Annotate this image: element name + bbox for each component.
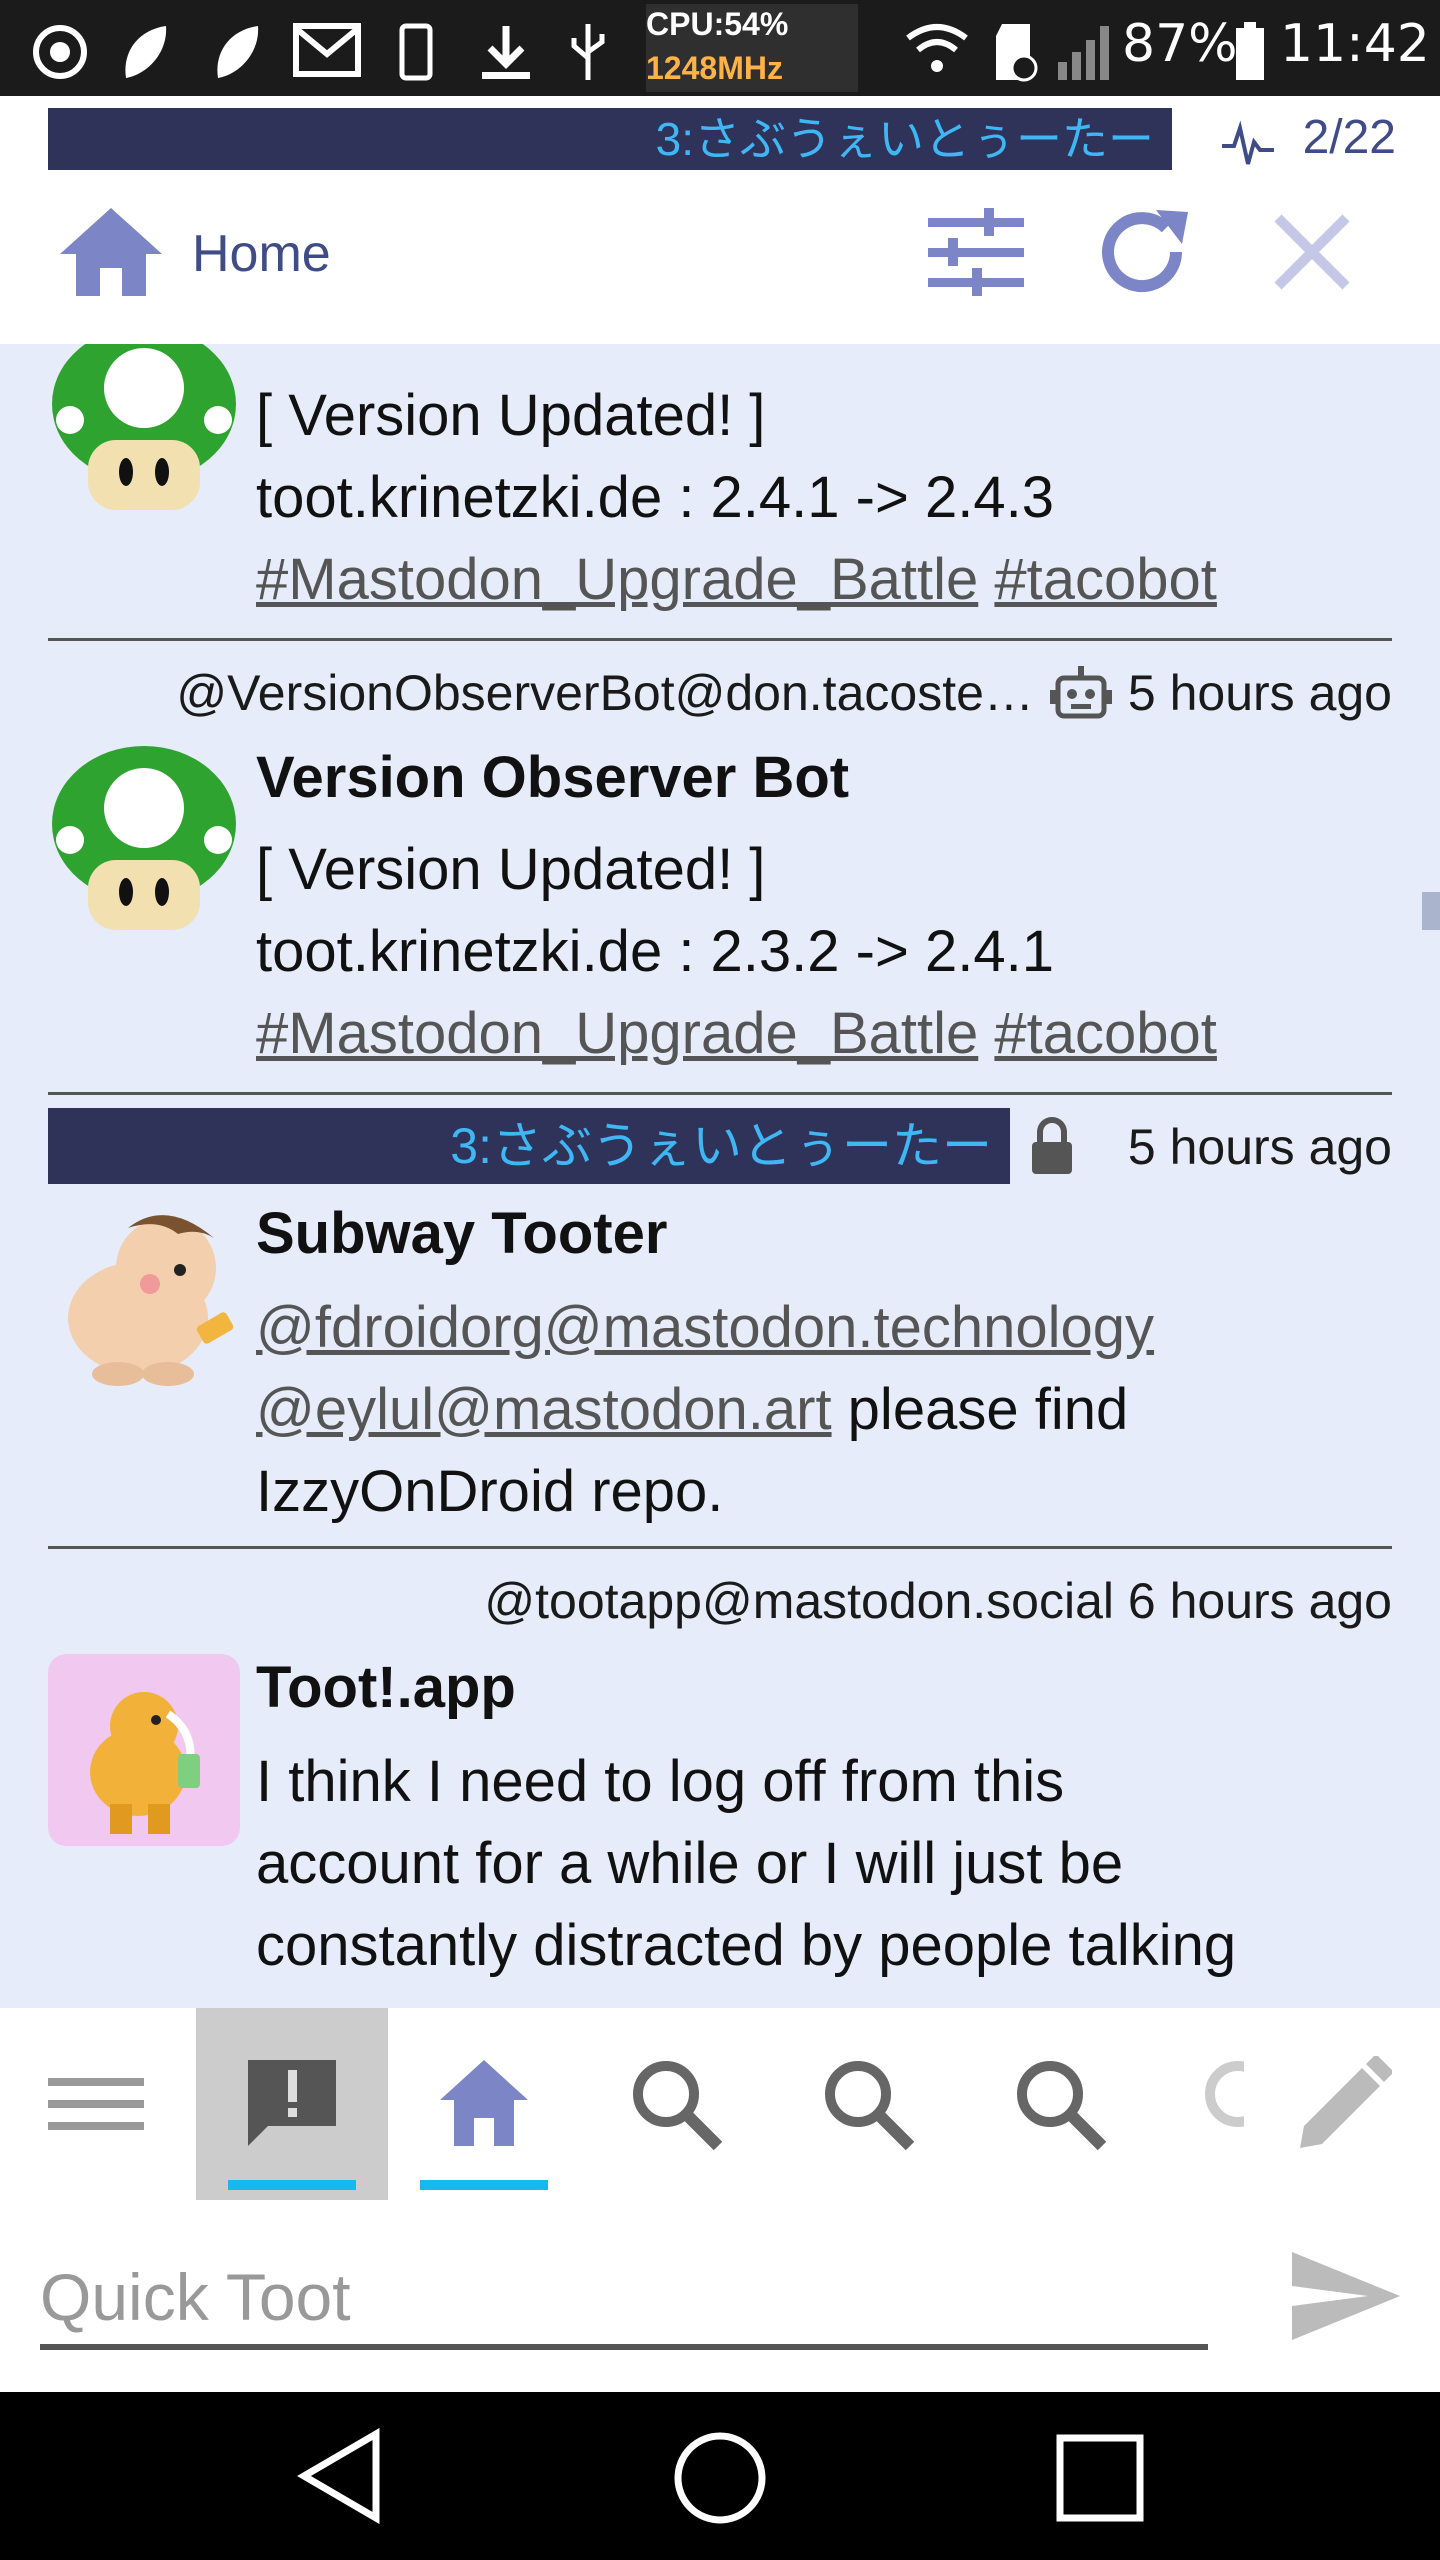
search-icon	[1017, 2061, 1107, 2151]
back-icon[interactable]	[296, 2428, 386, 2524]
display-name[interactable]: Subway Tooter	[256, 1200, 667, 1267]
column-tab-bar	[0, 2008, 1440, 2200]
home-icon	[440, 2060, 528, 2146]
device-icon	[399, 23, 433, 81]
hashtag-link[interactable]: #tacobot	[994, 1001, 1217, 1066]
battery-percent: 87%	[1122, 14, 1238, 74]
tab-notifications[interactable]	[196, 2008, 388, 2200]
timestamp: 5 hours ago	[1127, 1119, 1392, 1175]
system-nav-bar	[0, 2392, 1440, 2560]
status-text: [ Version Updated! ]	[256, 837, 766, 902]
status-text: toot.krinetzki.de : 2.4.1 -> 2.4.3	[256, 465, 1054, 530]
timestamp: 5 hours ago	[1127, 665, 1392, 721]
tab-search[interactable]	[964, 2008, 1156, 2200]
status-header: @tootapp@mastodon.social 6 hours ago	[484, 1572, 1392, 1630]
feather-icon	[217, 26, 259, 78]
tab-home[interactable]	[388, 2008, 580, 2200]
avatar[interactable]	[48, 744, 240, 936]
scrollbar-thumb[interactable]	[1422, 892, 1440, 930]
send-icon[interactable]	[1288, 2248, 1404, 2344]
status-text: constantly distracted by people talking	[256, 1913, 1237, 1978]
divider	[48, 638, 1392, 641]
lock-icon	[1032, 1117, 1072, 1174]
avatar[interactable]	[48, 344, 240, 516]
signal-icon	[1058, 26, 1109, 80]
status-text: [ Version Updated! ]	[256, 383, 766, 448]
status-text: IzzyOnDroid repo.	[256, 1459, 724, 1524]
timestamp: 6 hours ago	[1127, 1573, 1392, 1629]
cpu-widget: CPU:54% 1248MHz	[646, 4, 858, 92]
account-bar: 3:さぶうぇいとぅーたー	[48, 108, 1172, 170]
divider	[48, 1546, 1392, 1549]
wifi-icon	[906, 24, 968, 72]
notifications-icon	[248, 2060, 336, 2146]
settings-sliders-icon[interactable]	[924, 204, 1028, 300]
status-text: account for a while or I will just be	[256, 1831, 1124, 1896]
hashtag-link[interactable]: #Mastodon_Upgrade_Battle	[256, 547, 978, 612]
status-text: I think I need to log off from this	[256, 1749, 1065, 1814]
usb-icon	[571, 24, 605, 80]
quick-toot-bar	[0, 2200, 1440, 2392]
search-icon	[825, 2061, 915, 2151]
avatar[interactable]	[48, 1654, 240, 1846]
avatar[interactable]	[48, 1198, 240, 1390]
status-header: @VersionObserverBot@don.tacoste… 5 hours…	[176, 664, 1392, 722]
bot-icon	[1049, 666, 1112, 719]
account-handle[interactable]: @tootapp@mastodon.social	[484, 1573, 1114, 1629]
menu-button[interactable]	[0, 2008, 192, 2200]
status-bar: CPU:54% 1248MHz 87% 11:42	[0, 0, 1440, 96]
cpu-freq: 1248MHz	[646, 50, 783, 86]
partial-icon	[1205, 2061, 1244, 2127]
hashtag-link[interactable]: #tacobot	[994, 547, 1217, 612]
home-nav-icon[interactable]	[672, 2430, 768, 2526]
account-bar: 3:さぶうぇいとぅーたー	[48, 1108, 1010, 1184]
menu-icon	[48, 2078, 144, 2130]
cpu-label: CPU:54%	[646, 6, 789, 42]
tab-search[interactable]	[772, 2008, 964, 2200]
home-icon	[60, 208, 162, 296]
sdcard-icon	[996, 24, 1038, 82]
feather-icon	[125, 26, 167, 78]
target-icon	[33, 25, 87, 79]
column-header: 3:さぶうぇいとぅーたー 2/22 Home	[0, 96, 1440, 344]
status-text: please find	[831, 1377, 1129, 1442]
quick-toot-input[interactable]	[40, 2250, 1208, 2350]
hashtag-link[interactable]: #Mastodon_Upgrade_Battle	[256, 1001, 978, 1066]
status-text: toot.krinetzki.de : 2.3.2 -> 2.4.1	[256, 919, 1054, 984]
activity-icon	[1222, 120, 1274, 165]
refresh-icon[interactable]	[1096, 202, 1192, 302]
account-handle[interactable]: @VersionObserverBot@don.tacoste…	[176, 664, 1033, 722]
recents-icon[interactable]	[1056, 2434, 1144, 2522]
page-indicator: 2/22	[1302, 111, 1396, 164]
tab-indicator	[420, 2180, 548, 2190]
search-icon	[633, 2061, 723, 2151]
battery-icon	[1236, 22, 1264, 80]
timeline-feed[interactable]: [ Version Updated! ] toot.krinetzki.de :…	[0, 344, 1440, 2008]
download-icon	[482, 26, 530, 79]
mention-link[interactable]: @fdroidorg@mastodon.technology	[256, 1295, 1154, 1360]
gmail-icon	[293, 23, 361, 77]
display-name[interactable]: Toot!.app	[256, 1654, 516, 1721]
edit-icon[interactable]	[1292, 2056, 1392, 2156]
tab-partial[interactable]	[1156, 2008, 1244, 2200]
divider	[48, 1092, 1392, 1095]
column-title: Home	[192, 225, 331, 283]
display-name[interactable]: Version Observer Bot	[256, 744, 849, 811]
mention-link[interactable]: @eylul@mastodon.art	[256, 1377, 832, 1442]
clock: 11:42	[1280, 14, 1430, 74]
tab-indicator	[228, 2180, 356, 2190]
close-icon[interactable]	[1270, 210, 1354, 294]
tab-search[interactable]	[580, 2008, 772, 2200]
